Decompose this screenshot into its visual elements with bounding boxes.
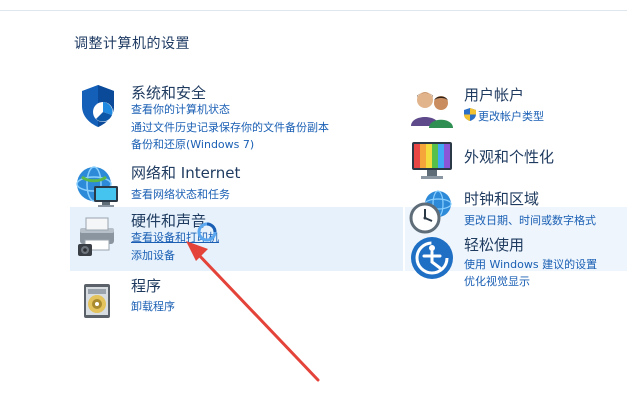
link-add-device[interactable]: 添加设备 <box>131 247 175 263</box>
category-title[interactable]: 系统和安全 <box>131 82 206 103</box>
category-title[interactable]: 硬件和声音 <box>131 210 206 231</box>
link-view-computer-status[interactable]: 查看你的计算机状态 <box>131 101 230 117</box>
programs-disc-icon <box>84 284 110 318</box>
category-user-accounts[interactable]: 用户帐户 更改帐户类型 <box>408 84 623 128</box>
control-panel-page: 调整计算机的设置 系统和安全 查看你的计算机状态 通过文件历史记录保存你的文件备… <box>0 0 627 400</box>
category-title[interactable]: 网络和 Internet <box>131 162 240 183</box>
category-title[interactable]: 轻松使用 <box>464 234 524 255</box>
category-clock-region[interactable]: 时钟和区域 更改日期、时间或数字格式 <box>408 188 623 234</box>
category-appearance[interactable]: 外观和个性化 <box>408 136 623 184</box>
category-title[interactable]: 程序 <box>131 275 161 296</box>
clock-globe-icon <box>409 190 452 234</box>
category-hardware-sound[interactable]: 硬件和声音 查看设备和打印机 添加设备 <box>74 210 374 270</box>
printer-speaker-icon <box>78 217 114 256</box>
link-change-date-time-format[interactable]: 更改日期、时间或数字格式 <box>464 212 596 228</box>
category-ease-of-access[interactable]: 轻松使用 使用 Windows 建议的设置 优化视觉显示 <box>408 234 623 290</box>
category-programs[interactable]: 程序 卸载程序 <box>74 274 374 318</box>
busy-cursor-icon <box>197 222 217 242</box>
top-divider <box>0 10 627 11</box>
uac-shield-icon <box>464 108 476 121</box>
link-uninstall-program[interactable]: 卸载程序 <box>131 298 175 314</box>
category-title[interactable]: 外观和个性化 <box>464 146 554 167</box>
shield-icon <box>82 85 114 127</box>
link-view-network-status[interactable]: 查看网络状态和任务 <box>131 186 230 202</box>
link-backup-restore[interactable]: 备份和还原(Windows 7) <box>131 136 254 152</box>
ease-of-access-icon <box>411 237 453 279</box>
link-change-account-type[interactable]: 更改帐户类型 <box>478 108 544 124</box>
category-title[interactable]: 用户帐户 <box>464 84 524 105</box>
link-use-recommended-settings[interactable]: 使用 Windows 建议的设置 <box>464 256 597 272</box>
page-title: 调整计算机的设置 <box>74 36 190 52</box>
users-icon <box>411 92 453 128</box>
appearance-monitor-icon <box>412 142 452 179</box>
link-optimize-visual-display[interactable]: 优化视觉显示 <box>464 273 530 289</box>
network-globe-icon <box>76 166 118 207</box>
category-system-security[interactable]: 系统和安全 查看你的计算机状态 通过文件历史记录保存你的文件备份副本 备份和还原… <box>74 82 374 152</box>
link-file-history-backup[interactable]: 通过文件历史记录保存你的文件备份副本 <box>131 119 329 135</box>
category-network-internet[interactable]: 网络和 Internet 查看网络状态和任务 <box>74 162 374 207</box>
category-title[interactable]: 时钟和区域 <box>464 188 539 209</box>
